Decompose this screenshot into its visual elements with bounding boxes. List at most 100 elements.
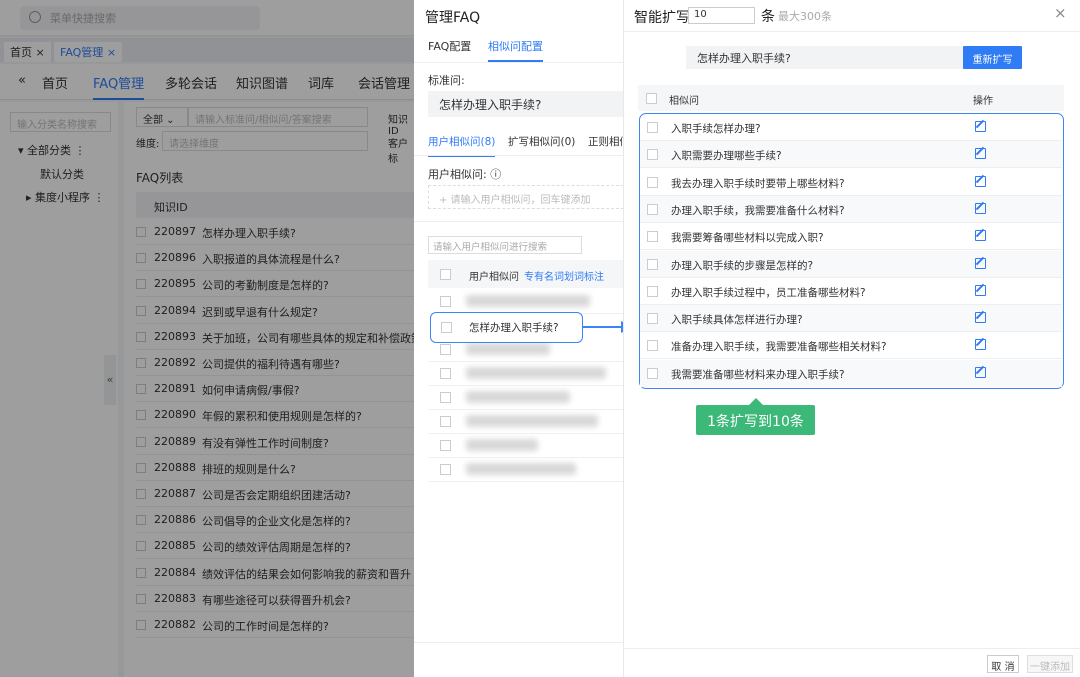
expand-result-badge: 1条扩写到10条 bbox=[696, 398, 815, 435]
count-unit: 条 bbox=[761, 9, 775, 25]
regenerate-button[interactable]: 重新扩写 bbox=[963, 46, 1022, 69]
edit-icon[interactable] bbox=[975, 175, 986, 187]
row-checkbox[interactable] bbox=[440, 440, 451, 451]
blurred-text bbox=[466, 343, 550, 355]
blurred-text bbox=[466, 439, 538, 451]
list-item bbox=[428, 458, 624, 482]
term-annotation-link[interactable]: 专有名词划词标注 bbox=[524, 268, 604, 283]
edit-icon[interactable] bbox=[975, 148, 986, 160]
blurred-text bbox=[466, 295, 590, 307]
row-checkbox[interactable] bbox=[441, 322, 452, 333]
col-user-similar: 用户相似问 bbox=[469, 272, 519, 283]
similar-question-text: 入职需要办理哪些手续? bbox=[671, 150, 782, 163]
user-similar-add-input[interactable]: + 请输入用户相似问，回车键添加 bbox=[428, 185, 624, 209]
blurred-text bbox=[466, 463, 576, 475]
divider bbox=[414, 155, 624, 156]
expanded-list: 入职手续怎样办理? 入职需要办理哪些手续? 我去办理入职手续时要带上哪些材料? 办理入… bbox=[639, 113, 1064, 389]
edit-icon[interactable] bbox=[975, 202, 986, 214]
highlighted-similar-item[interactable]: 怎样办理入职手续? bbox=[430, 312, 583, 343]
select-all-checkbox[interactable] bbox=[646, 93, 657, 104]
list-item: 入职手续具体怎样进行办理? bbox=[640, 305, 1062, 333]
similar-question-text: 入职手续怎样办理? bbox=[671, 123, 761, 135]
list-item bbox=[428, 362, 624, 386]
similar-question-text: 办理入职手续过程中，员工准备哪些材料? bbox=[671, 286, 866, 299]
divider bbox=[414, 221, 624, 222]
similar-question-text: 我需要准备哪些材料来办理入职手续? bbox=[671, 368, 845, 381]
list-item: 办理入职手续过程中，员工准备哪些材料? bbox=[640, 278, 1062, 305]
source-question: 怎样办理入职手续? bbox=[686, 46, 963, 69]
list-item bbox=[428, 386, 624, 410]
row-checkbox[interactable] bbox=[647, 149, 658, 161]
edit-icon[interactable] bbox=[975, 312, 986, 324]
standard-question-value: 怎样办理入职手续? bbox=[428, 91, 624, 117]
list-item: 入职手续怎样办理? bbox=[640, 114, 1062, 141]
blurred-text bbox=[466, 391, 570, 403]
edit-icon[interactable] bbox=[975, 339, 986, 351]
tab-similar-config[interactable]: 相似问配置 bbox=[488, 38, 543, 62]
smart-expand-panel: 智能扩写 10 条 最大300条 × 怎样办理入职手续? 重新扩写 相似问 操作… bbox=[623, 0, 1080, 677]
row-checkbox[interactable] bbox=[647, 285, 658, 297]
list-item: 准备办理入职手续，我需要准备哪些相关材料? bbox=[640, 332, 1062, 360]
edit-icon[interactable] bbox=[975, 230, 986, 242]
edit-icon[interactable] bbox=[975, 284, 986, 296]
edit-icon[interactable] bbox=[975, 121, 986, 132]
tab-faq-config[interactable]: FAQ配置 bbox=[428, 38, 471, 54]
add-all-button[interactable]: 一键添加 bbox=[1027, 655, 1073, 673]
col-similar: 相似问 bbox=[669, 96, 699, 107]
user-similar-label-text: 用户相似问: bbox=[428, 168, 487, 181]
row-checkbox[interactable] bbox=[647, 203, 658, 215]
panel-title: 智能扩写 bbox=[634, 10, 690, 26]
highlighted-item-text: 怎样办理入职手续? bbox=[469, 322, 559, 334]
list-item: 我需要筹备哪些材料以完成入职? bbox=[640, 223, 1062, 251]
row-checkbox[interactable] bbox=[440, 416, 451, 427]
tab-expanded-similar[interactable]: 扩写相似问(0) bbox=[508, 134, 575, 149]
close-icon[interactable]: × bbox=[1054, 4, 1067, 22]
edit-icon[interactable] bbox=[975, 366, 986, 378]
divider bbox=[414, 62, 624, 63]
divider bbox=[624, 31, 1080, 32]
list-item bbox=[428, 434, 624, 458]
cancel-button[interactable]: 取 消 bbox=[987, 655, 1019, 673]
row-checkbox[interactable] bbox=[647, 367, 658, 379]
col-action: 操作 bbox=[973, 96, 993, 107]
row-checkbox[interactable] bbox=[440, 344, 451, 355]
similar-question-text: 办理入职手续的步骤是怎样的? bbox=[671, 259, 814, 272]
row-checkbox[interactable] bbox=[647, 313, 658, 325]
list-item: 我需要准备哪些材料来办理入职手续? bbox=[640, 359, 1062, 387]
row-checkbox[interactable] bbox=[440, 296, 451, 307]
select-all-checkbox[interactable] bbox=[440, 269, 451, 280]
tab-regex-similar[interactable]: 正则相似 bbox=[588, 134, 624, 149]
modal-overlay[interactable] bbox=[0, 0, 414, 677]
drawer-footer bbox=[414, 642, 624, 677]
list-item bbox=[428, 290, 624, 314]
max-count-hint: 最大300条 bbox=[778, 10, 832, 23]
list-item: 入职需要办理哪些手续? bbox=[640, 141, 1062, 169]
list-item bbox=[428, 410, 624, 434]
similar-question-text: 我需要筹备哪些材料以完成入职? bbox=[671, 232, 824, 245]
similar-question-text: 我去办理入职手续时要带上哪些材料? bbox=[671, 177, 845, 190]
user-similar-search-input[interactable]: 请输入用户相似问进行搜索 bbox=[428, 236, 582, 254]
row-checkbox[interactable] bbox=[647, 176, 658, 188]
expand-count-input[interactable]: 10 bbox=[688, 7, 755, 24]
similar-question-text: 办理入职手续，我需要准备什么材料? bbox=[671, 204, 845, 217]
row-checkbox[interactable] bbox=[440, 464, 451, 475]
similar-question-text: 入职手续具体怎样进行办理? bbox=[671, 314, 803, 327]
row-checkbox[interactable] bbox=[647, 258, 658, 270]
similar-question-text: 准备办理入职手续，我需要准备哪些相关材料? bbox=[671, 341, 887, 354]
row-checkbox[interactable] bbox=[440, 368, 451, 379]
list-item: 办理入职手续，我需要准备什么材料? bbox=[640, 195, 1062, 223]
row-checkbox[interactable] bbox=[440, 392, 451, 403]
list-item: 办理入职手续的步骤是怎样的? bbox=[640, 250, 1062, 278]
row-checkbox[interactable] bbox=[647, 122, 658, 133]
info-icon[interactable]: ⓘ bbox=[490, 168, 501, 181]
drawer-title: 管理FAQ bbox=[425, 10, 481, 26]
blurred-text bbox=[466, 367, 606, 379]
row-checkbox[interactable] bbox=[647, 231, 658, 243]
row-checkbox[interactable] bbox=[647, 340, 658, 352]
standard-question-label: 标准问: bbox=[428, 74, 465, 87]
blurred-text bbox=[466, 415, 598, 427]
user-similar-label: 用户相似问: ⓘ bbox=[428, 166, 501, 182]
edit-icon[interactable] bbox=[975, 257, 986, 269]
tab-user-similar[interactable]: 用户相似问(8) bbox=[428, 134, 496, 157]
expand-table-header: 相似问 操作 bbox=[638, 85, 1064, 111]
